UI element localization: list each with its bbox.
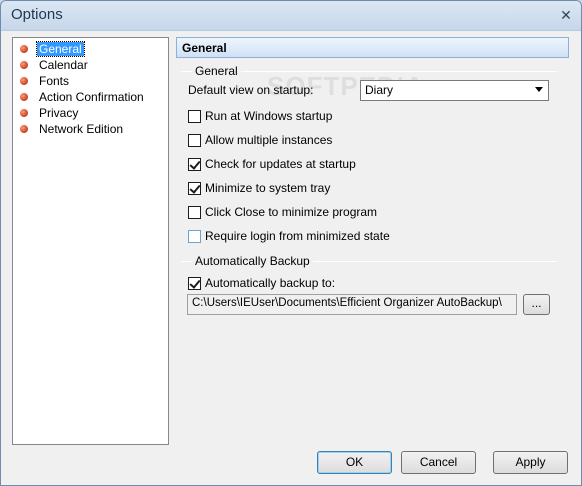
tree-item-label: Action Confirmation <box>39 89 144 104</box>
window-title: Options <box>11 6 63 23</box>
chevron-down-icon[interactable] <box>535 87 543 92</box>
title-bar[interactable]: Options ✕ <box>1 1 581 31</box>
default-view-value: Diary <box>365 83 394 97</box>
tree-item-label: Calendar <box>39 57 88 72</box>
general-group-label: General <box>192 64 241 78</box>
tree-item-calendar[interactable]: Calendar <box>20 57 90 72</box>
ok-button[interactable]: OK <box>317 451 392 474</box>
tree-item-fonts[interactable]: Fonts <box>20 73 71 88</box>
apply-button[interactable]: Apply <box>493 451 568 474</box>
options-window: Options ✕ General Calendar Fonts Action … <box>0 0 582 486</box>
close-icon[interactable]: ✕ <box>557 6 575 24</box>
option-click-close-minimize[interactable]: Click Close to minimize program <box>188 205 377 219</box>
auto-backup-checkbox[interactable] <box>188 276 201 290</box>
option-label: Run at Windows startup <box>205 109 333 123</box>
option-run-at-startup[interactable]: Run at Windows startup <box>188 109 332 123</box>
backup-group-label: Automatically Backup <box>192 254 313 268</box>
option-label: Click Close to minimize program <box>205 205 378 219</box>
minimize-tray-checkbox[interactable] <box>188 181 201 195</box>
bullet-icon <box>20 60 28 69</box>
default-view-select[interactable]: Diary <box>360 80 549 101</box>
option-allow-multiple[interactable]: Allow multiple instances <box>188 133 332 147</box>
allow-multiple-checkbox[interactable] <box>188 133 201 147</box>
option-check-updates[interactable]: Check for updates at startup <box>188 157 356 171</box>
tree-item-label: General <box>36 40 85 57</box>
cancel-button[interactable]: Cancel <box>401 451 476 474</box>
page-title: General <box>176 37 569 58</box>
option-label: Automatically backup to: <box>205 276 336 290</box>
option-label: Require login from minimized state <box>205 229 390 243</box>
tree-item-network-edition[interactable]: Network Edition <box>20 121 125 136</box>
category-tree[interactable]: General Calendar Fonts Action Confirmati… <box>12 37 169 445</box>
run-at-startup-checkbox[interactable] <box>188 109 201 123</box>
require-login-checkbox[interactable] <box>188 229 201 243</box>
dialog-client: General Calendar Fonts Action Confirmati… <box>5 31 577 481</box>
tree-item-label: Fonts <box>39 73 70 88</box>
bullet-icon <box>20 108 28 117</box>
bullet-icon <box>20 76 28 85</box>
check-updates-checkbox[interactable] <box>188 157 201 171</box>
option-label: Minimize to system tray <box>205 181 331 195</box>
bullet-icon <box>20 92 28 101</box>
default-view-label: Default view on startup: <box>188 83 313 97</box>
option-auto-backup[interactable]: Automatically backup to: <box>188 276 335 290</box>
option-minimize-tray[interactable]: Minimize to system tray <box>188 181 330 195</box>
browse-button[interactable]: ... <box>523 294 550 315</box>
tree-item-label: Privacy <box>39 105 79 120</box>
tree-item-privacy[interactable]: Privacy <box>20 105 80 120</box>
bullet-icon <box>20 124 28 133</box>
tree-item-label: Network Edition <box>39 121 124 136</box>
option-require-login[interactable]: Require login from minimized state <box>188 229 390 243</box>
option-label: Allow multiple instances <box>205 133 333 147</box>
bullet-icon <box>20 44 28 53</box>
default-view-label-text: Default view on startup: <box>188 83 314 97</box>
option-label: Check for updates at startup <box>205 157 356 171</box>
tree-item-general[interactable]: General <box>20 40 85 57</box>
tree-item-action-confirmation[interactable]: Action Confirmation <box>20 89 146 104</box>
click-close-minimize-checkbox[interactable] <box>188 205 201 219</box>
backup-path-field[interactable]: C:\Users\IEUser\Documents\Efficient Orga… <box>187 294 517 315</box>
